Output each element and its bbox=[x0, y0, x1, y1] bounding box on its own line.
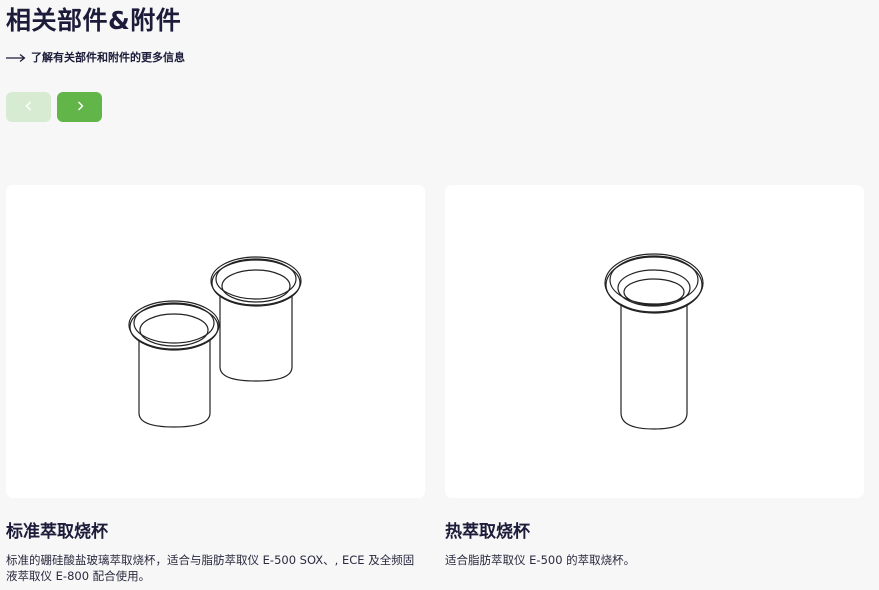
product-title[interactable]: 热萃取烧杯 bbox=[445, 520, 530, 544]
prev-button[interactable] bbox=[6, 92, 51, 122]
more-info-link-label: 了解有关部件和附件的更多信息 bbox=[31, 51, 185, 64]
carousel-nav bbox=[6, 92, 102, 122]
chevron-left-icon bbox=[24, 100, 34, 115]
next-button[interactable] bbox=[57, 92, 102, 122]
product-description: 标准的硼硅酸盐玻璃萃取烧杯，适合与脂肪萃取仪 E-500 SOX、, ECE 及… bbox=[6, 553, 415, 583]
standard-beakers-image bbox=[128, 256, 302, 428]
product-card-standard-beaker[interactable] bbox=[6, 185, 425, 498]
section-title: 相关部件&附件 bbox=[6, 6, 182, 35]
arrow-right-icon bbox=[6, 53, 26, 63]
related-parts-section: 相关部件&附件 了解有关部件和附件的更多信息 标准萃取烧杯 标准的硼硅酸盐玻璃萃… bbox=[0, 0, 879, 590]
hot-beaker-image bbox=[604, 253, 704, 430]
product-description: 适合脂肪萃取仪 E-500 的萃取烧杯。 bbox=[445, 553, 636, 567]
more-info-link[interactable]: 了解有关部件和附件的更多信息 bbox=[6, 49, 185, 67]
chevron-right-icon bbox=[75, 100, 85, 115]
product-title[interactable]: 标准萃取烧杯 bbox=[6, 520, 108, 544]
product-card-hot-beaker[interactable] bbox=[445, 185, 864, 498]
